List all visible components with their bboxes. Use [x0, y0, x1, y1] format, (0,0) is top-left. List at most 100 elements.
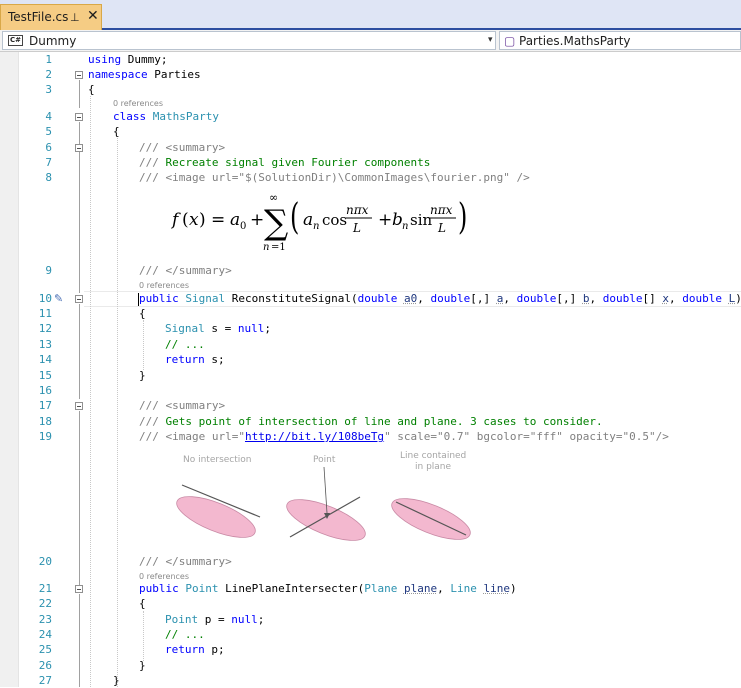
svg-text:nπx: nπx	[430, 203, 453, 217]
outline-collapse-icon[interactable]	[75, 144, 83, 152]
svg-text:=1: =1	[271, 242, 286, 252]
illust-label-in-plane: in plane	[415, 462, 451, 472]
svg-text:L: L	[437, 221, 446, 235]
code-line: // ...	[165, 338, 205, 351]
line-number: 17	[38, 399, 52, 412]
code-line: using Dummy;	[88, 53, 168, 66]
indent-guide	[143, 611, 144, 661]
indent-guide	[117, 138, 118, 687]
outline-guide	[79, 411, 80, 585]
class-icon: ▢	[504, 34, 516, 48]
line-number: 13	[38, 338, 52, 351]
line-number: 1	[45, 53, 52, 66]
project-dropdown[interactable]: C# Dummy ▾	[2, 31, 496, 50]
line-number: 10	[38, 292, 52, 305]
pin-icon[interactable]: ⊥	[70, 11, 80, 24]
line-number: 27	[38, 674, 52, 687]
line-number: 2	[45, 68, 52, 81]
code-line: return s;	[165, 353, 225, 366]
code-line: }	[113, 674, 120, 687]
type-dropdown-label: Parties.MathsParty	[519, 34, 631, 48]
line-number: 19	[38, 430, 52, 443]
indent-guide	[90, 96, 91, 687]
code-line: {	[139, 307, 146, 320]
code-line: Point p = null;	[165, 613, 265, 626]
project-dropdown-label: Dummy	[29, 34, 77, 48]
svg-text:) =: ) =	[199, 210, 225, 230]
svg-text:): )	[458, 197, 467, 238]
svg-text:+: +	[250, 210, 264, 230]
fourier-formula-image: f ( x ) = a 0 + ∑ ∞ n =1 ( a n cos nπx L…	[170, 192, 467, 252]
line-number: 20	[38, 555, 52, 568]
code-line: Signal s = null;	[165, 322, 271, 335]
line-number: 7	[45, 156, 52, 169]
code-line: /// </summary>	[139, 264, 232, 277]
line-number: 16	[38, 384, 52, 397]
line-number: 4	[45, 110, 52, 123]
code-line: {	[113, 125, 120, 138]
line-number: 23	[38, 613, 52, 626]
svg-text:L: L	[352, 221, 361, 235]
line-number: 25	[38, 643, 52, 656]
outline-collapse-icon[interactable]	[75, 585, 83, 593]
outline-collapse-icon[interactable]	[75, 295, 83, 303]
illust-label-no-intersection: No intersection	[183, 455, 251, 465]
line-number: 3	[45, 83, 52, 96]
svg-text:x: x	[189, 210, 199, 230]
svg-text:+: +	[378, 210, 392, 230]
line-number: 15	[38, 369, 52, 382]
outline-guide	[79, 80, 80, 108]
codelens-references[interactable]: 0 references	[113, 99, 163, 109]
outline-guide	[79, 594, 80, 687]
dropdown-arrow-icon[interactable]: ▾	[488, 35, 493, 45]
code-editor[interactable]: 1 2 3 4 5 6 7 8 9 10 11 12 13 14 15 16 1…	[0, 52, 741, 687]
svg-text:a: a	[230, 210, 240, 230]
code-line: public Point LinePlaneIntersecter(Plane …	[139, 582, 517, 595]
code-line: namespace Parties	[88, 68, 201, 81]
code-line: // ...	[165, 628, 205, 641]
line-number: 9	[45, 264, 52, 277]
code-line: }	[139, 369, 146, 382]
code-line: /// <summary>	[139, 399, 226, 412]
image-url-link[interactable]: http://bit.ly/108beTg	[245, 430, 384, 443]
svg-text:n: n	[402, 221, 408, 232]
codelens-references[interactable]: 0 references	[139, 572, 189, 582]
code-line: }	[139, 659, 146, 672]
code-line: class MathsParty	[113, 110, 219, 123]
indent-guide	[143, 320, 144, 370]
code-line: {	[139, 597, 146, 610]
line-number: 21	[38, 582, 52, 595]
illust-label-line-contained: Line contained	[400, 451, 466, 461]
code-line: /// <summary>	[139, 141, 226, 154]
outline-collapse-icon[interactable]	[75, 113, 83, 121]
plane-shape	[176, 496, 256, 538]
svg-text:∞: ∞	[269, 192, 278, 204]
outline-collapse-icon[interactable]	[75, 71, 83, 79]
line-number: 11	[38, 307, 52, 320]
outline-collapse-icon[interactable]	[75, 402, 83, 410]
illust-label-point: Point	[313, 455, 336, 465]
line-plane-intersection-image: No intersection Point Line contained in …	[176, 451, 471, 541]
selection-margin	[0, 52, 18, 687]
codelens-references[interactable]: 0 references	[139, 281, 189, 291]
code-line: /// Recreate signal given Fourier compon…	[139, 156, 431, 169]
paintbrush-icon[interactable]: ✎	[54, 292, 63, 305]
code-line: /// <image url="$(SolutionDir)\CommonIma…	[139, 171, 530, 184]
svg-text:∑: ∑	[264, 203, 288, 243]
svg-text:(: (	[290, 197, 299, 238]
outline-guide	[79, 304, 80, 399]
line-number: 8	[45, 171, 52, 184]
svg-text:nπx: nπx	[346, 203, 369, 217]
close-icon[interactable]: ✕	[87, 8, 99, 24]
line-number: 6	[45, 141, 52, 154]
code-line: {	[88, 83, 95, 96]
svg-text:f: f	[170, 210, 181, 230]
code-line: return p;	[165, 643, 225, 656]
csharp-project-icon: C#	[8, 35, 23, 46]
line-number: 26	[38, 659, 52, 672]
type-dropdown[interactable]: ▢ Parties.MathsParty	[499, 31, 741, 50]
line-number: 14	[38, 353, 52, 366]
tab-testfile[interactable]: TestFile.cs ⊥ ✕	[0, 4, 102, 30]
outline-guide	[79, 153, 80, 293]
svg-text:n: n	[263, 242, 269, 252]
